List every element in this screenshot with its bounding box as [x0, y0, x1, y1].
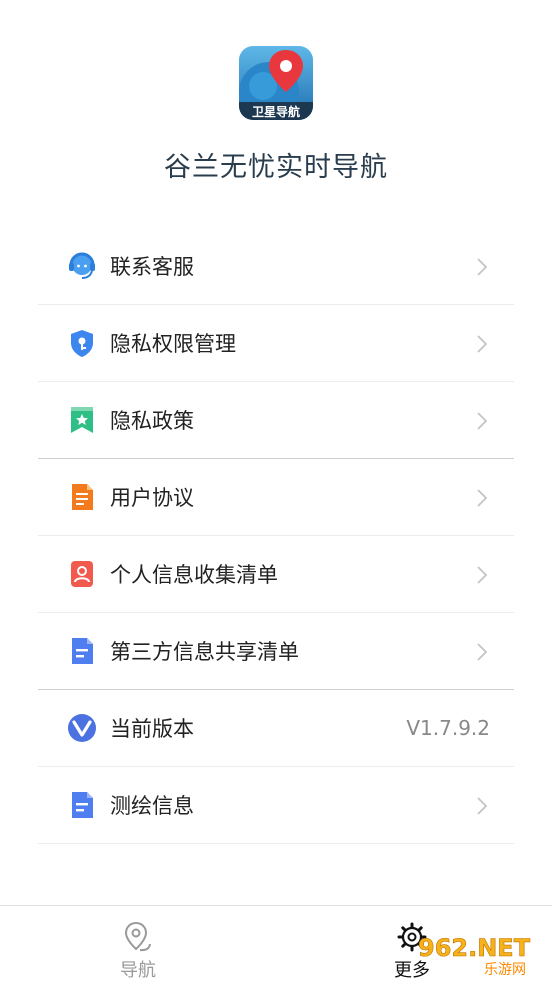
- menu-item-label: 第三方信息共享清单: [110, 640, 299, 664]
- menu-item-personal-info-list[interactable]: 个人信息收集清单: [38, 536, 514, 613]
- menu-item-privacy-policy[interactable]: 隐私政策: [38, 382, 514, 459]
- watermark-subtitle: 乐游网: [484, 962, 526, 978]
- shield-key-icon: [66, 327, 98, 359]
- chevron-right-icon: [476, 565, 488, 585]
- person-card-icon: [66, 558, 98, 590]
- menu-item-third-party-sharing[interactable]: 第三方信息共享清单: [38, 613, 514, 690]
- menu-item-label: 联系客服: [110, 255, 194, 279]
- menu-item-label: 当前版本: [110, 717, 194, 741]
- chevron-right-icon: [476, 488, 488, 508]
- tab-navigation[interactable]: 导航: [78, 906, 198, 981]
- version-v-icon: [66, 712, 98, 744]
- bookmark-star-icon: [66, 404, 98, 436]
- menu-item-privacy-permissions[interactable]: 隐私权限管理: [38, 305, 514, 382]
- menu-item-label: 测绘信息: [110, 794, 194, 818]
- document-blue-icon: [66, 635, 98, 667]
- app-logo-icon: 卫星导航: [239, 46, 313, 120]
- settings-menu: 联系客服 隐私权限管理 隐私政策 用户协议 个人信息收集清单 第三方信息共享清单…: [38, 228, 514, 844]
- app-logo-label: 卫星导航: [252, 104, 300, 119]
- menu-item-label: 用户协议: [110, 486, 194, 510]
- menu-item-label: 隐私政策: [110, 409, 194, 433]
- chevron-right-icon: [476, 642, 488, 662]
- document-orange-icon: [66, 481, 98, 513]
- document-blue-icon: [66, 789, 98, 821]
- menu-item-contact-support[interactable]: 联系客服: [38, 228, 514, 305]
- menu-item-label: 个人信息收集清单: [110, 563, 278, 587]
- tab-label: 导航: [120, 960, 156, 981]
- location-pin-icon: [122, 920, 154, 954]
- menu-item-user-agreement[interactable]: 用户协议: [38, 459, 514, 536]
- app-name: 谷兰无忧实时导航: [164, 152, 388, 183]
- menu-item-surveying-info[interactable]: 测绘信息: [38, 767, 514, 844]
- chevron-right-icon: [476, 796, 488, 816]
- watermark-brand: 962.NET: [418, 934, 531, 962]
- version-value: V1.7.9.2: [406, 716, 490, 740]
- chevron-right-icon: [476, 411, 488, 431]
- app-header: 卫星导航 谷兰无忧实时导航: [0, 0, 552, 215]
- watermark-logo: 962.NET 乐游网: [414, 930, 550, 978]
- chevron-right-icon: [476, 257, 488, 277]
- chevron-right-icon: [476, 334, 488, 354]
- customer-service-icon: [66, 250, 98, 282]
- menu-item-label: 隐私权限管理: [110, 332, 236, 356]
- menu-item-current-version[interactable]: 当前版本 V1.7.9.2: [38, 690, 514, 767]
